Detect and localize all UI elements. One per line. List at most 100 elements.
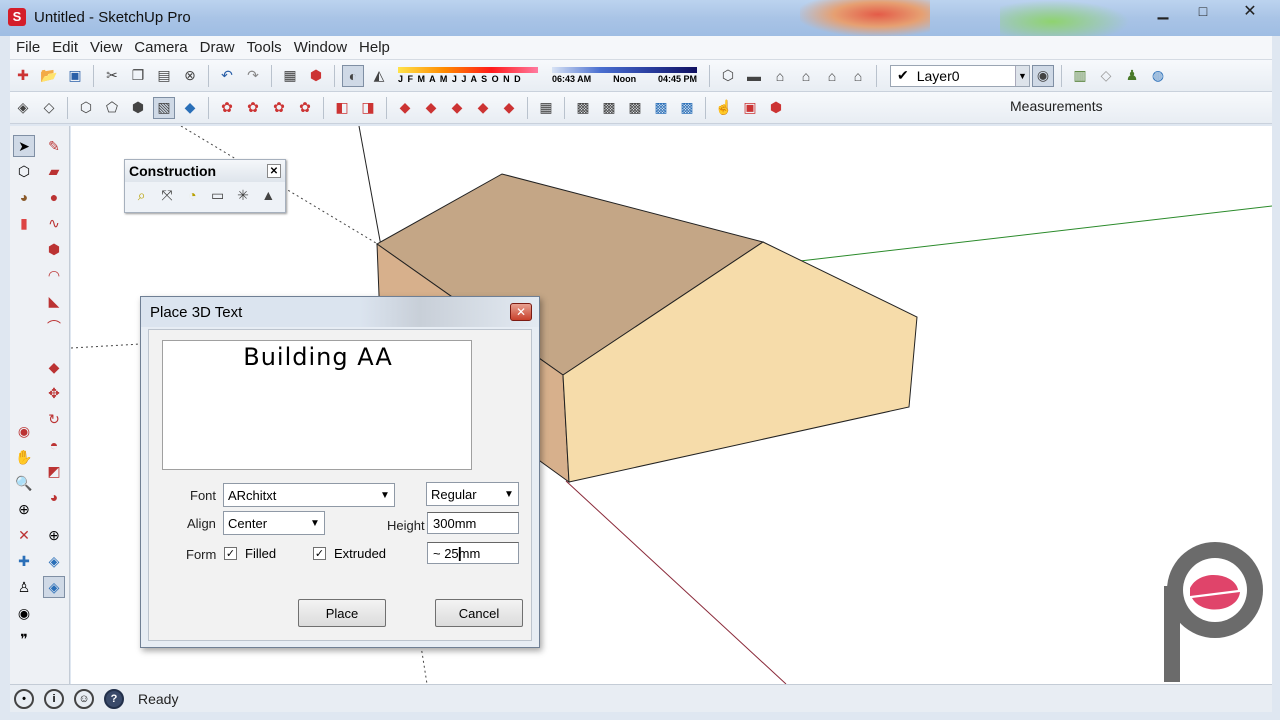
save-icon[interactable]: ▣ — [64, 65, 86, 87]
wireframe-icon[interactable]: ⬡ — [75, 97, 97, 119]
user-icon[interactable]: ☺ — [74, 688, 94, 709]
orbit-icon[interactable]: ◉ — [13, 420, 35, 442]
solid-tool-icon[interactable]: ◆ — [498, 97, 520, 119]
menu-draw[interactable]: Draw — [194, 39, 241, 56]
pencil-icon[interactable]: ✎ — [43, 135, 65, 157]
google-earth-icon[interactable]: ◍ — [1147, 65, 1169, 87]
menu-file[interactable]: File — [10, 39, 46, 56]
offset-icon[interactable]: ◕ — [43, 486, 65, 508]
extruded-checkbox-box[interactable]: ✓ — [313, 547, 326, 560]
polygon-icon[interactable]: ⬢ — [43, 238, 65, 260]
dynamic-component-icon[interactable]: ▩ — [598, 97, 620, 119]
3d-text-icon[interactable]: ◈ — [43, 576, 65, 598]
iso-view-icon[interactable]: ⬡ — [717, 65, 739, 87]
filled-checkbox[interactable]: ✓ Filled — [224, 546, 276, 561]
pan-icon[interactable]: ✋ — [13, 446, 35, 468]
minimize-icon[interactable]: ▁ — [1148, 0, 1178, 22]
protractor-icon[interactable]: ◔ — [182, 184, 203, 206]
freehand-icon[interactable]: ∿ — [43, 212, 65, 234]
dynamic-component-icon[interactable]: ▩ — [624, 97, 646, 119]
print-icon[interactable]: ▦ — [279, 65, 301, 87]
front-view-icon[interactable]: ⌂ — [769, 65, 791, 87]
component-options-icon[interactable]: ▣ — [739, 97, 761, 119]
solid-tool-icon[interactable]: ◆ — [420, 97, 442, 119]
hidden-line-icon[interactable]: ⬠ — [101, 97, 123, 119]
construction-palette-header[interactable]: Construction ✕ — [125, 160, 285, 182]
shadow-time-slider[interactable]: 06:43 AM Noon 04:45 PM — [552, 67, 697, 84]
cancel-button[interactable]: Cancel — [435, 599, 523, 627]
extension-icon[interactable]: ♟ — [1121, 65, 1143, 87]
eraser-icon[interactable]: ▮ — [13, 212, 35, 234]
dialog-header[interactable]: Place 3D Text — [141, 297, 539, 327]
arc-3pt-icon[interactable]: ⌒ — [43, 316, 65, 338]
monochrome-icon[interactable]: ◆ — [179, 97, 201, 119]
footprints-icon[interactable]: ❞ — [13, 628, 35, 650]
erase-icon[interactable]: ⊗ — [179, 65, 201, 87]
place-button[interactable]: Place — [298, 599, 386, 627]
height-input[interactable]: 300mm — [427, 512, 519, 534]
sandbox-icon[interactable]: ✿ — [294, 97, 316, 119]
new-file-icon[interactable]: ✚ — [12, 65, 34, 87]
solid-tool-icon[interactable]: ◆ — [472, 97, 494, 119]
menu-view[interactable]: View — [84, 39, 128, 56]
back-view-icon[interactable]: ⌂ — [821, 65, 843, 87]
sandbox-icon[interactable]: ✿ — [242, 97, 264, 119]
text-entry-area[interactable]: Building AA — [162, 340, 472, 470]
follow-me-icon[interactable]: ◓ — [43, 434, 65, 456]
back-edges-icon[interactable]: ◇ — [38, 97, 60, 119]
geo-location-icon[interactable]: • — [14, 688, 34, 709]
text-icon[interactable]: ▭ — [207, 184, 228, 206]
axes-icon[interactable]: ✳ — [232, 184, 253, 206]
dynamic-component-icon[interactable]: ▩ — [676, 97, 698, 119]
shadow-date-slider[interactable]: J F M A M J J A S O N D — [398, 67, 538, 84]
interact-icon[interactable]: ☝ — [713, 97, 735, 119]
solid-tool-icon[interactable]: ◆ — [446, 97, 468, 119]
3d-text-icon[interactable]: ▲ — [258, 184, 279, 206]
help-icon[interactable]: ? — [104, 688, 124, 709]
align-select[interactable]: Center ▼ — [223, 511, 325, 535]
cut-icon[interactable]: ✂ — [101, 65, 123, 87]
solid-tool-icon[interactable]: ◨ — [357, 97, 379, 119]
chevron-down-icon[interactable]: ▼ — [306, 512, 324, 534]
filled-checkbox-box[interactable]: ✓ — [224, 547, 237, 560]
rotate-icon[interactable]: ↻ — [43, 408, 65, 430]
menu-edit[interactable]: Edit — [46, 39, 84, 56]
paint-bucket-icon[interactable]: ◕ — [13, 186, 35, 208]
sandbox-icon[interactable]: ✿ — [216, 97, 238, 119]
info-icon[interactable]: i — [44, 688, 64, 709]
close-icon[interactable]: ✕ — [510, 303, 532, 321]
component-icon[interactable]: ▦ — [535, 97, 557, 119]
shaded-icon[interactable]: ⬢ — [127, 97, 149, 119]
layer-manager-icon[interactable]: ◉ — [1032, 64, 1054, 87]
layer-select[interactable]: ✔ Layer0 ▼ — [890, 64, 1030, 87]
top-view-icon[interactable]: ▬ — [743, 65, 765, 87]
menu-window[interactable]: Window — [288, 39, 353, 56]
zoom-extents-icon[interactable]: ✕ — [13, 524, 35, 546]
section-plane-icon[interactable]: ◈ — [43, 550, 65, 572]
component-icon[interactable]: ⬡ — [13, 160, 35, 182]
tape-measure-icon[interactable]: ⌕ — [131, 184, 152, 206]
paste-icon[interactable]: ▤ — [153, 65, 175, 87]
xray-icon[interactable]: ◈ — [12, 97, 34, 119]
solid-tool-icon[interactable]: ◧ — [331, 97, 353, 119]
share-model-icon[interactable]: ◇ — [1095, 65, 1117, 87]
redo-icon[interactable]: ↷ — [242, 65, 264, 87]
pie-icon[interactable]: ◣ — [43, 290, 65, 312]
chevron-down-icon[interactable]: ▼ — [1015, 65, 1029, 86]
dynamic-component-icon[interactable]: ▩ — [572, 97, 594, 119]
circle-icon[interactable]: ● — [43, 186, 65, 208]
menu-tools[interactable]: Tools — [241, 39, 288, 56]
sketchup-logo-icon[interactable]: S — [8, 8, 26, 26]
model-info-icon[interactable]: ⬢ — [305, 65, 327, 87]
undo-icon[interactable]: ↶ — [216, 65, 238, 87]
dynamic-component-icon[interactable]: ▩ — [650, 97, 672, 119]
left-view-icon[interactable]: ⌂ — [847, 65, 869, 87]
look-around-icon[interactable]: ◉ — [13, 602, 35, 624]
copy-icon[interactable]: ❐ — [127, 65, 149, 87]
tape-measure-icon[interactable]: ⊕ — [43, 524, 65, 546]
shadows-toggle-icon[interactable]: ◐ — [342, 64, 364, 87]
open-file-icon[interactable]: 📂 — [38, 65, 60, 87]
zoom-icon[interactable]: 🔍 — [13, 472, 35, 494]
select-arrow-icon[interactable]: ➤ — [13, 135, 35, 157]
close-icon[interactable]: ✕ — [1228, 0, 1272, 22]
